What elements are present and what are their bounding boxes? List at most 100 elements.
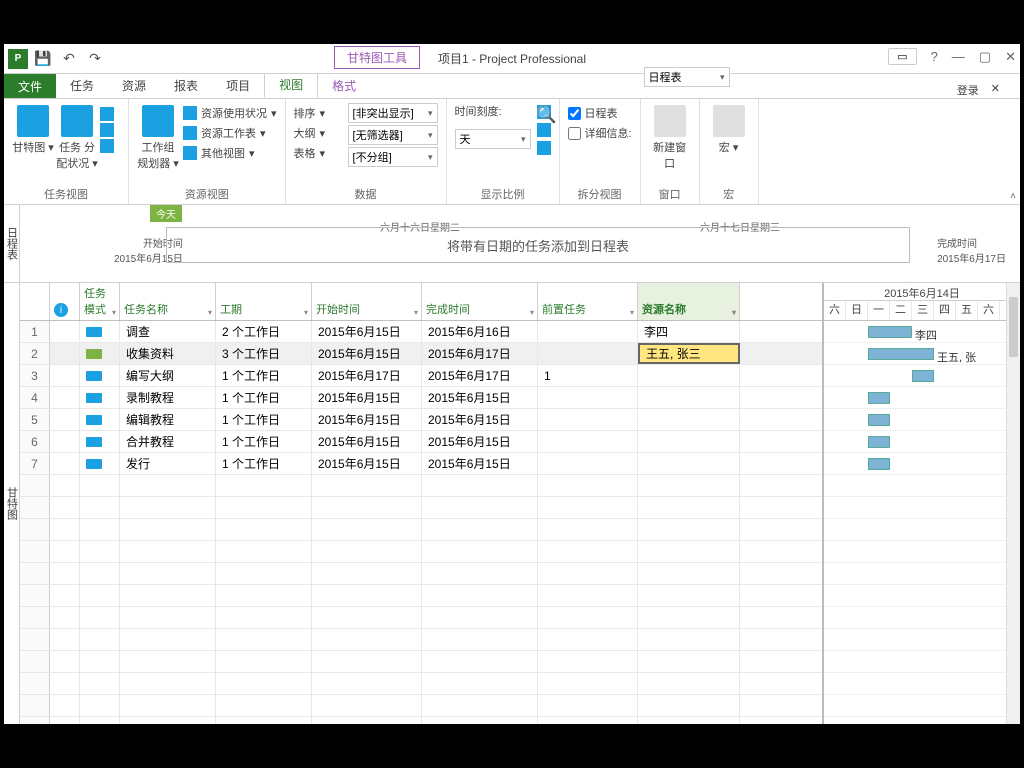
finish-cell[interactable]: 2015年6月15日	[422, 387, 538, 408]
name-cell[interactable]: 收集资料	[120, 343, 216, 364]
resource-sheet-button[interactable]: 资源工作表 ▾	[183, 123, 277, 143]
gantt-bar[interactable]	[912, 370, 934, 382]
info-cell[interactable]	[50, 321, 80, 342]
table-row-empty[interactable]	[20, 497, 822, 519]
info-cell[interactable]	[50, 431, 80, 452]
rownum-cell[interactable]: 1	[20, 321, 50, 342]
duration-cell[interactable]: 1 个工作日	[216, 365, 312, 386]
gantt-bar[interactable]	[868, 392, 890, 404]
timeline-combo[interactable]: 日程表▾	[644, 67, 730, 87]
rownum-cell[interactable]: 7	[20, 453, 50, 474]
duration-cell[interactable]: 1 个工作日	[216, 409, 312, 430]
mode-cell[interactable]	[80, 409, 120, 430]
tab-format[interactable]: 格式	[318, 73, 370, 98]
table-row[interactable]: 5编辑教程1 个工作日2015年6月15日2015年6月15日	[20, 409, 822, 431]
mode-cell[interactable]	[80, 387, 120, 408]
timescale-combo[interactable]: 天▾	[455, 129, 531, 149]
rownum-cell[interactable]: 4	[20, 387, 50, 408]
other-views-button[interactable]: 其他视图 ▾	[183, 143, 277, 163]
duration-cell[interactable]: 2 个工作日	[216, 321, 312, 342]
header-resource[interactable]: 资源名称▾	[638, 283, 740, 320]
gantt-row[interactable]	[824, 409, 1020, 431]
pred-cell[interactable]	[538, 431, 638, 452]
start-cell[interactable]: 2015年6月15日	[312, 431, 422, 452]
tab-report[interactable]: 报表	[160, 73, 212, 98]
pred-cell[interactable]	[538, 387, 638, 408]
name-cell[interactable]: 录制教程	[120, 387, 216, 408]
details-checkbox[interactable]: 详细信息:	[568, 123, 632, 143]
new-window-button[interactable]: 新建窗口	[649, 103, 691, 171]
start-cell[interactable]: 2015年6月17日	[312, 365, 422, 386]
start-cell[interactable]: 2015年6月15日	[312, 343, 422, 364]
info-cell[interactable]	[50, 387, 80, 408]
name-cell[interactable]: 编辑教程	[120, 409, 216, 430]
undo-button[interactable]: ↶	[58, 48, 80, 70]
gantt-bar[interactable]	[868, 458, 890, 470]
close-button[interactable]: ✕	[1005, 49, 1016, 65]
rownum-cell[interactable]: 6	[20, 431, 50, 452]
table-row[interactable]: 6合并教程1 个工作日2015年6月15日2015年6月15日	[20, 431, 822, 453]
tab-resource[interactable]: 资源	[108, 73, 160, 98]
selected-tasks-icon[interactable]	[537, 141, 551, 155]
table-row[interactable]: 3编写大纲1 个工作日2015年6月17日2015年6月17日1	[20, 365, 822, 387]
table-row-empty[interactable]	[20, 695, 822, 717]
header-duration[interactable]: 工期▾	[216, 283, 312, 320]
pred-cell[interactable]	[538, 321, 638, 342]
start-cell[interactable]: 2015年6月15日	[312, 453, 422, 474]
timeline-content[interactable]: 今天 六月十六日星期二 六月十七日星期三 开始时间2015年6月15日 将带有日…	[20, 205, 1020, 282]
name-cell[interactable]: 编写大纲	[120, 365, 216, 386]
header-name[interactable]: 任务名称▾	[120, 283, 216, 320]
task-usage-button[interactable]: 任务 分配状况 ▾	[56, 103, 98, 171]
tables-button[interactable]: 表格 ▾	[294, 143, 344, 163]
help-button[interactable]: ?	[931, 49, 938, 64]
rownum-cell[interactable]: 5	[20, 409, 50, 430]
sort-button[interactable]: 排序 ▾	[294, 103, 344, 123]
pred-cell[interactable]	[538, 343, 638, 364]
start-cell[interactable]: 2015年6月15日	[312, 321, 422, 342]
resource-cell[interactable]	[638, 431, 740, 452]
finish-cell[interactable]: 2015年6月15日	[422, 431, 538, 452]
gantt-row[interactable]	[824, 387, 1020, 409]
start-cell[interactable]: 2015年6月15日	[312, 409, 422, 430]
header-finish[interactable]: 完成时间▾	[422, 283, 538, 320]
resource-cell[interactable]	[638, 365, 740, 386]
gantt-chart-button[interactable]: 甘特图 ▾	[12, 103, 54, 171]
info-cell[interactable]	[50, 365, 80, 386]
tab-view[interactable]: 视图	[264, 71, 318, 98]
network-icon[interactable]	[100, 107, 114, 121]
resource-cell[interactable]: 李四	[638, 321, 740, 342]
finish-cell[interactable]: 2015年6月17日	[422, 343, 538, 364]
group-combo[interactable]: [不分组]▾	[348, 147, 438, 167]
duration-cell[interactable]: 3 个工作日	[216, 343, 312, 364]
vertical-scrollbar[interactable]	[1006, 283, 1020, 724]
header-mode[interactable]: 任务 模式▾	[80, 283, 120, 320]
mode-cell[interactable]	[80, 343, 120, 364]
finish-cell[interactable]: 2015年6月15日	[422, 453, 538, 474]
duration-cell[interactable]: 1 个工作日	[216, 453, 312, 474]
finish-cell[interactable]: 2015年6月17日	[422, 365, 538, 386]
file-tab[interactable]: 文件	[4, 74, 56, 98]
name-cell[interactable]: 发行	[120, 453, 216, 474]
mode-cell[interactable]	[80, 431, 120, 452]
redo-button[interactable]: ↷	[84, 48, 106, 70]
info-cell[interactable]	[50, 453, 80, 474]
gantt-body[interactable]: 李四王五, 张	[824, 321, 1020, 724]
pred-cell[interactable]	[538, 409, 638, 430]
save-button[interactable]: 💾	[32, 48, 54, 70]
highlight-combo[interactable]: [非突出显示]▾	[348, 103, 438, 123]
tab-project[interactable]: 项目	[212, 73, 264, 98]
table-row-empty[interactable]	[20, 519, 822, 541]
resource-cell[interactable]	[638, 453, 740, 474]
restore-button[interactable]: ▢	[979, 49, 991, 65]
touch-mode-button[interactable]: ▭	[888, 48, 916, 65]
mode-cell[interactable]	[80, 321, 120, 342]
header-start[interactable]: 开始时间▾	[312, 283, 422, 320]
header-rownum[interactable]	[20, 283, 50, 320]
login-link[interactable]: 登录	[957, 82, 979, 98]
gantt-bar[interactable]	[868, 436, 890, 448]
collapse-ribbon-icon[interactable]: ˄	[1010, 191, 1016, 202]
other-icon[interactable]	[100, 139, 114, 153]
mode-cell[interactable]	[80, 365, 120, 386]
finish-cell[interactable]: 2015年6月16日	[422, 321, 538, 342]
gantt-bar[interactable]	[868, 414, 890, 426]
